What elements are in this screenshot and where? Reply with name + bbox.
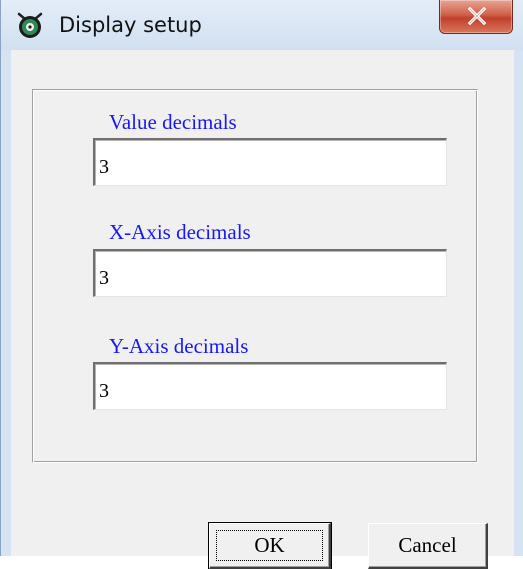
y-axis-decimals-input[interactable] — [93, 362, 447, 410]
x-axis-decimals-label: X-Axis decimals — [109, 220, 251, 244]
close-icon — [467, 7, 487, 25]
app-gear-icon[interactable] — [15, 10, 45, 40]
close-button[interactable] — [439, 0, 513, 34]
window-title: Display setup — [59, 13, 202, 37]
cancel-button-label: Cancel — [398, 533, 457, 557]
title-bar[interactable]: Display setup — [1, 0, 523, 50]
value-decimals-label: Value decimals — [109, 110, 237, 134]
display-setup-dialog: Display setup Value decimals X-Axis deci… — [0, 0, 523, 569]
focus-rectangle — [216, 530, 323, 561]
cancel-button[interactable]: Cancel — [368, 523, 488, 569]
ok-button[interactable]: OK — [208, 522, 332, 569]
x-axis-decimals-input[interactable] — [93, 249, 447, 297]
value-decimals-input[interactable] — [93, 138, 447, 186]
y-axis-decimals-label: Y-Axis decimals — [109, 334, 249, 358]
dialog-body: Value decimals X-Axis decimals Y-Axis de… — [11, 50, 514, 569]
